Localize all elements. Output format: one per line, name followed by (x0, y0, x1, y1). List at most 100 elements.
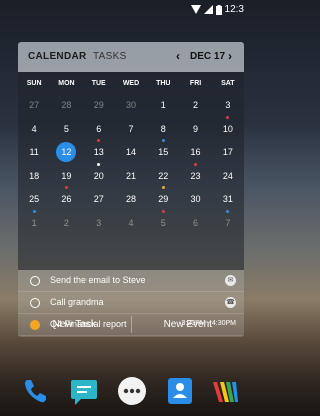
calendar-day[interactable]: 8 (147, 122, 179, 146)
next-month-button[interactable]: › (228, 49, 232, 63)
day-number: 4 (31, 123, 37, 134)
calendar-week: 18 19 20 21 22 23 24 (18, 169, 244, 193)
day-number: 31 (222, 194, 233, 204)
day-number: 3 (225, 100, 231, 110)
calendar-day[interactable]: 21 (115, 169, 147, 193)
calendar-day-today[interactable]: 12 (50, 142, 82, 169)
calendar-widget: CALENDAR TASKS ‹ DEC 17 › SUN MON TUE WED TH… (18, 42, 244, 337)
calendar-day[interactable]: 23 (179, 169, 211, 193)
calendar-day[interactable]: 26 (50, 192, 82, 216)
calendar-week: 1 2 3 4 5 6 7 (18, 216, 244, 240)
day-number: 27 (93, 194, 104, 204)
task-item[interactable]: Call grandma ☎ (18, 292, 244, 314)
day-number: 2 (193, 100, 199, 110)
wifi-icon (190, 5, 201, 14)
phone-icon[interactable]: ☎ (225, 297, 236, 308)
status-icons: 12:3 (190, 4, 244, 15)
day-number: 8 (160, 123, 166, 134)
weekday-label: THU (156, 80, 171, 87)
calendar-day[interactable]: 25 (18, 192, 50, 216)
new-task-button[interactable]: New Task (18, 312, 131, 337)
calendar-day[interactable]: 10 (212, 122, 244, 146)
calendar-day[interactable]: 7 (115, 122, 147, 146)
calendar-day[interactable]: 1 (147, 98, 179, 122)
messenger-app-icon[interactable] (69, 376, 99, 406)
calendar-day[interactable]: 4 (115, 216, 147, 240)
day-number: 21 (125, 170, 136, 181)
calendar-day[interactable]: 17 (212, 145, 244, 169)
calendar-week: 11 12 13 14 15 16 17 (18, 142, 244, 169)
weekday-label: FRI (189, 80, 202, 87)
tab-tasks[interactable]: TASKS (93, 51, 127, 62)
weekday-label: SAT (221, 80, 235, 87)
day-number: 12 (61, 147, 72, 157)
calendar-day[interactable]: 1 (18, 216, 50, 240)
day-number: 24 (222, 170, 233, 181)
day-number: 26 (61, 194, 72, 204)
calendar-day[interactable]: 20 (83, 169, 115, 193)
calendar-day[interactable]: 30 (179, 192, 211, 216)
calendar-grid: SUN MON TUE WED THU FRI SAT 27 28 29 30 1 2 3 4 5 6 7 8 9 1… (18, 72, 244, 270)
new-event-button[interactable]: New Event (132, 312, 245, 337)
email-icon[interactable]: ✉ (225, 275, 236, 286)
calendar-day[interactable]: 7 (212, 216, 244, 240)
calendar-day[interactable]: 4 (18, 122, 50, 146)
calendar-day[interactable]: 6 (179, 216, 211, 240)
calendar-day[interactable]: 3 (83, 216, 115, 240)
widget-actions: New Task New Event (18, 312, 244, 337)
day-number: 29 (93, 100, 104, 110)
event-dot (226, 209, 230, 213)
calendar-day[interactable]: 19 (50, 169, 82, 193)
widget-header: CALENDAR TASKS ‹ DEC 17 › (18, 42, 244, 72)
calendar-day[interactable]: 24 (212, 169, 244, 193)
day-number: 28 (125, 194, 136, 204)
day-number: 15 (158, 147, 169, 157)
weekday-label: SUN (26, 80, 42, 87)
calendar-day[interactable]: 2 (50, 216, 82, 240)
day-number: 17 (222, 147, 233, 157)
calendar-day[interactable]: 5 (147, 216, 179, 240)
calendar-day[interactable]: 28 (50, 98, 82, 122)
calendar-day[interactable]: 14 (115, 145, 147, 169)
app-drawer-icon[interactable] (117, 376, 147, 406)
calendar-day[interactable]: 27 (83, 192, 115, 216)
task-checkbox[interactable] (30, 276, 40, 286)
day-number: 28 (61, 100, 72, 110)
day-number: 5 (63, 123, 69, 134)
day-number: 3 (96, 217, 102, 228)
task-checkbox[interactable] (30, 298, 40, 308)
event-dot (226, 115, 230, 119)
prev-month-button[interactable]: ‹ (176, 49, 180, 63)
calendar-day[interactable]: 31 (212, 192, 244, 216)
calendar-day[interactable]: 28 (115, 192, 147, 216)
day-number: 14 (125, 147, 136, 157)
contacts-app-icon[interactable] (165, 376, 195, 406)
calendar-day[interactable]: 15 (147, 145, 179, 169)
calendar-day[interactable]: 6 (83, 122, 115, 146)
calendar-day[interactable]: 18 (18, 169, 50, 193)
day-number: 9 (193, 123, 199, 134)
task-item[interactable]: Send the email to Steve ✉ (18, 270, 244, 292)
phone-app-icon[interactable] (21, 376, 51, 406)
calendar-day[interactable]: 11 (18, 145, 50, 169)
calendar-day[interactable]: 27 (18, 98, 50, 122)
calendar-day[interactable]: 22 (147, 169, 179, 193)
calendar-day[interactable]: 13 (83, 145, 115, 169)
calendar-weeks: 27 28 29 30 1 2 3 4 5 6 7 8 9 10 11 12 13 14 15 16 17 18 19 20 2… (18, 98, 244, 239)
tab-calendar[interactable]: CALENDAR (28, 51, 87, 62)
photos-app-icon[interactable] (210, 376, 240, 406)
calendar-day[interactable]: 29 (83, 98, 115, 122)
weekday-header: SUN MON TUE WED THU FRI SAT (18, 80, 244, 98)
month-label: DEC 17 (190, 51, 226, 62)
calendar-day[interactable]: 9 (179, 122, 211, 146)
calendar-week: 4 5 6 7 8 9 10 (18, 122, 244, 146)
day-number: 10 (222, 123, 233, 134)
calendar-day[interactable]: 30 (115, 98, 147, 122)
task-label: Send the email to Steve (50, 275, 146, 285)
calendar-day[interactable]: 2 (179, 98, 211, 122)
calendar-day[interactable]: 29 (147, 192, 179, 216)
task-label: Call grandma (50, 297, 104, 307)
status-bar: 12:3 (0, 0, 248, 20)
calendar-day[interactable]: 3 (212, 98, 244, 122)
calendar-day[interactable]: 16 (179, 145, 211, 169)
